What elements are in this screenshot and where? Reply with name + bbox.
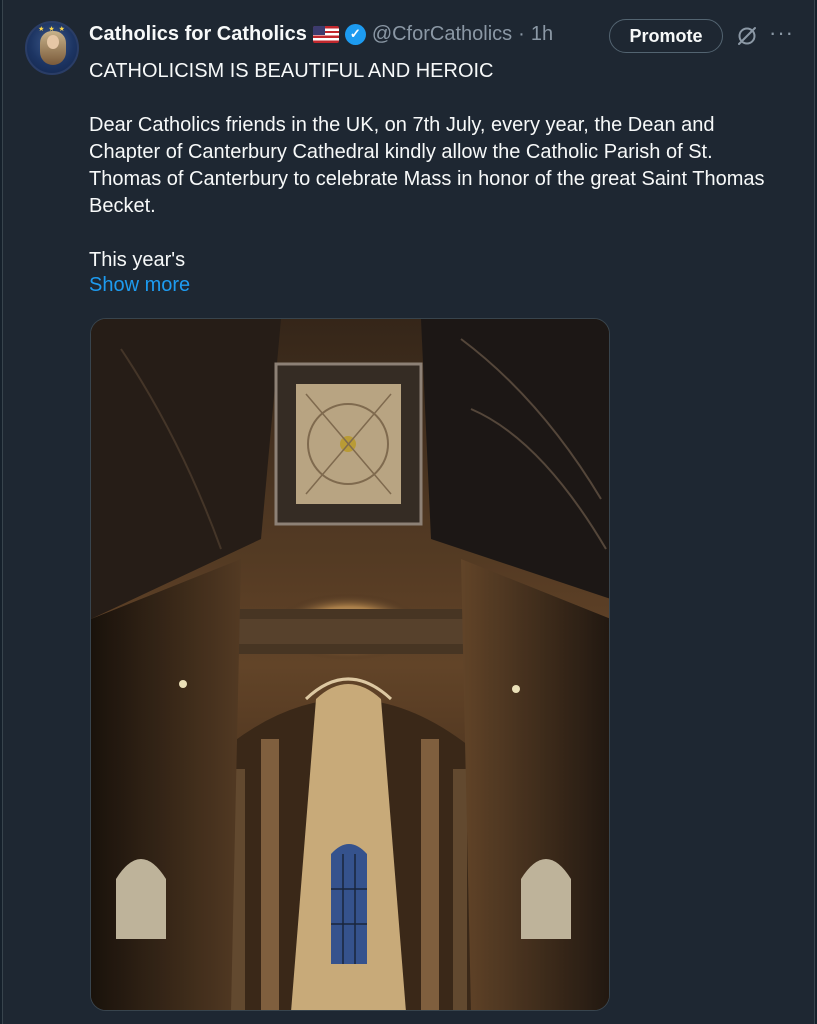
post-paragraph: Dear Catholics friends in the UK, on 7th… <box>89 114 765 217</box>
author-avatar[interactable]: ★ ★ ★ ★ ★ <box>25 21 79 75</box>
post-headline: CATHOLICISM IS BEAUTIFUL AND HEROIC <box>89 60 494 82</box>
author-name[interactable]: Catholics for Catholics <box>89 23 307 46</box>
promote-button[interactable]: Promote <box>609 19 723 53</box>
tweet-text: CATHOLICISM IS BEAUTIFUL AND HEROIC Dear… <box>89 58 769 274</box>
verified-badge-icon[interactable]: ✓ <box>344 23 366 45</box>
us-flag-icon <box>312 25 339 43</box>
tweet-header: Catholics for Catholics ✓ @CforCatholics… <box>89 20 553 48</box>
post-time[interactable]: 1h <box>531 23 553 46</box>
header-separator: · <box>518 22 525 45</box>
tweet-media-image[interactable] <box>90 318 610 1011</box>
post-truncated-text: This year's <box>89 249 186 271</box>
more-options-icon[interactable]: ··· <box>769 20 794 46</box>
cathedral-image <box>91 319 609 1010</box>
grok-icon[interactable] <box>735 24 759 48</box>
author-handle[interactable]: @CforCatholics <box>372 23 512 46</box>
tweet-container[interactable]: ★ ★ ★ ★ ★ Catholics for Catholics ✓ @Cfo… <box>2 0 815 1024</box>
show-more-link[interactable]: Show more <box>89 274 190 297</box>
